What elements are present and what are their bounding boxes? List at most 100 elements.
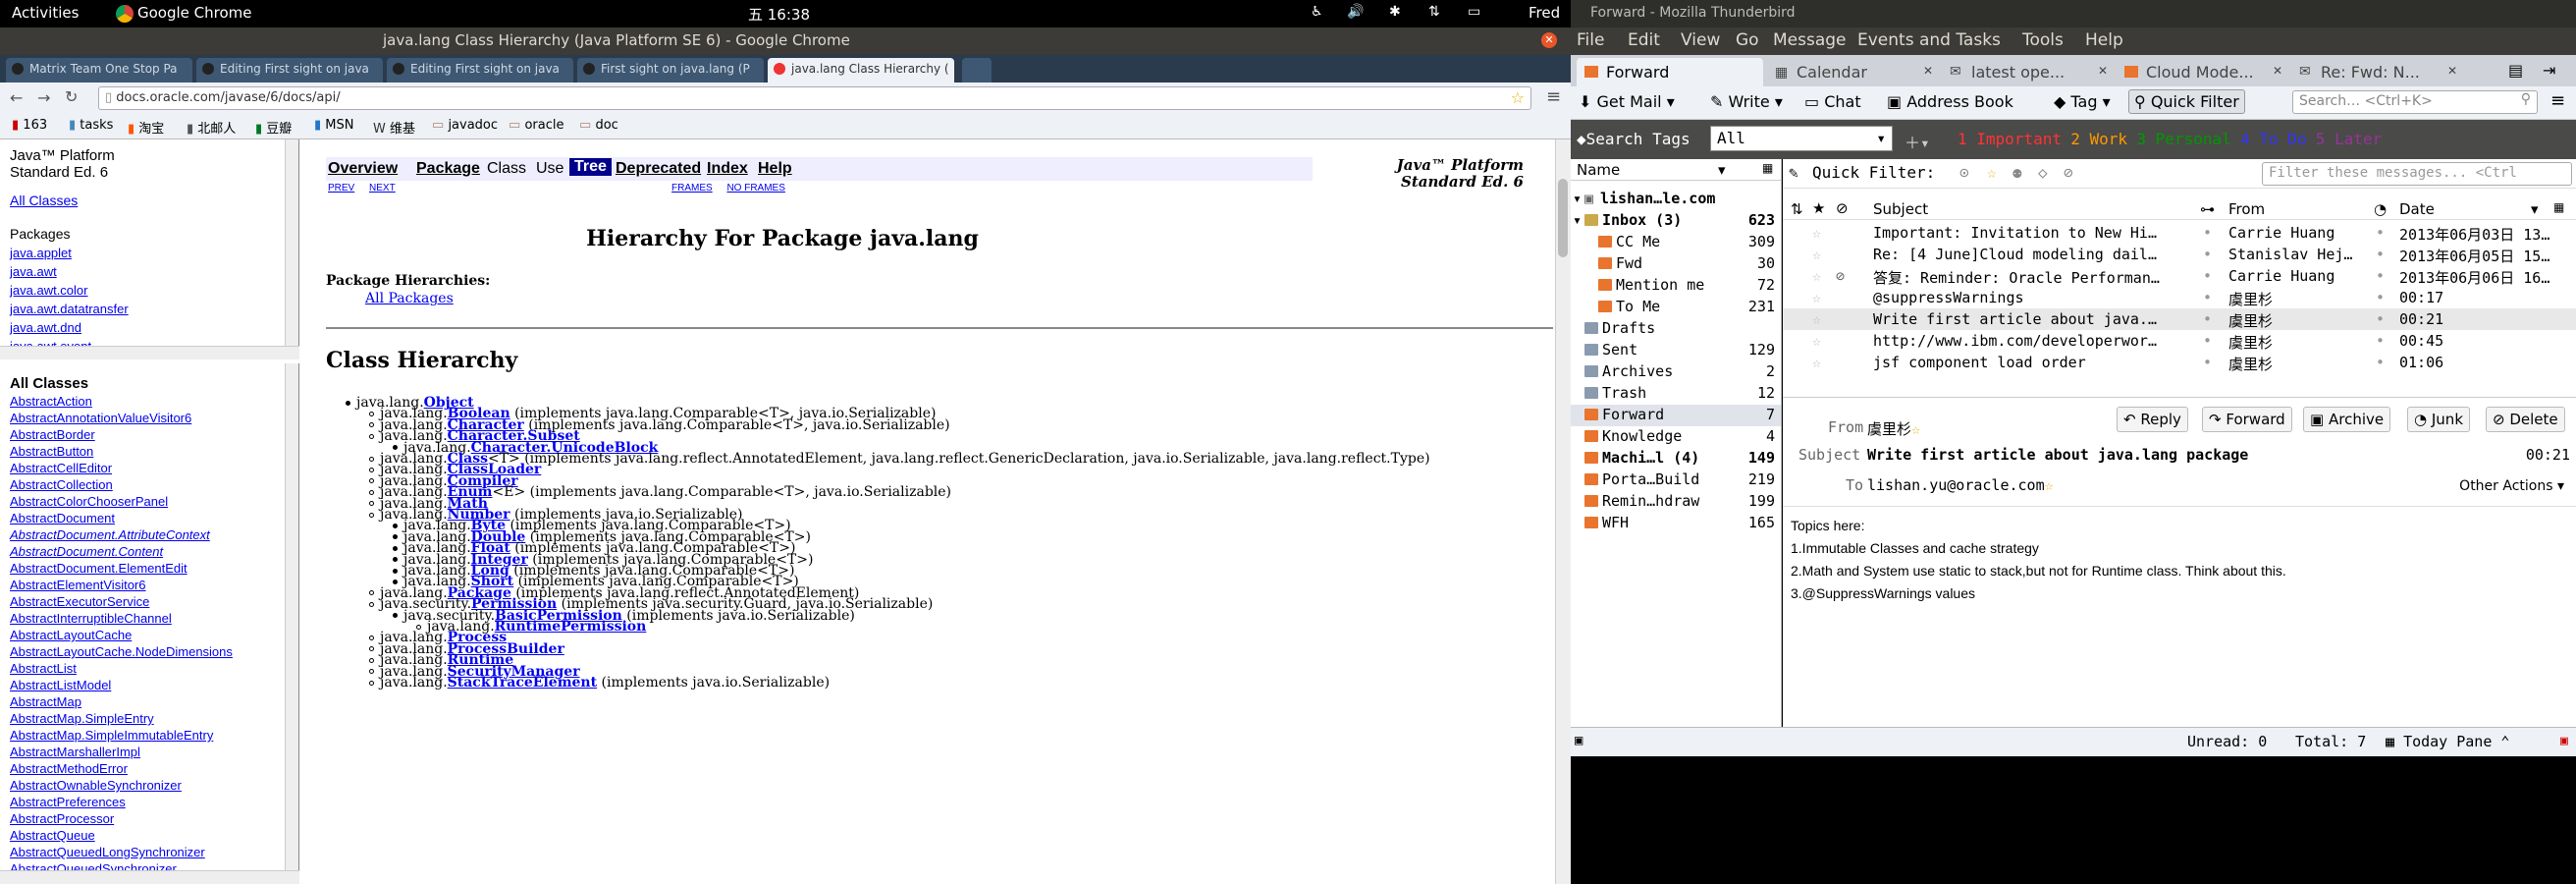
package-link[interactable]: java.awt (10, 262, 129, 281)
close-tab-icon[interactable]: ✕ (2447, 64, 2457, 78)
close-tab-icon[interactable]: ✕ (2273, 64, 2282, 78)
read-status-icon[interactable]: • (2203, 332, 2212, 350)
accessibility-icon[interactable]: ♿ (1311, 4, 1323, 20)
bookmark-item[interactable]: W 维基 (373, 118, 415, 137)
menu-help[interactable]: Help (2085, 30, 2123, 50)
forward-icon[interactable]: → (37, 88, 50, 107)
tab-message[interactable]: ✉ latest ope... ✕ (1942, 58, 2114, 86)
junk-status-icon[interactable]: • (2376, 332, 2385, 350)
bluetooth-icon[interactable]: ✱ (1389, 4, 1401, 20)
menu-view[interactable]: View (1681, 30, 1720, 50)
class-link[interactable]: AbstractCollection (10, 476, 233, 493)
nav-package[interactable]: Package (416, 160, 480, 178)
class-link[interactable]: AbstractMethodError (10, 760, 233, 777)
prev-link[interactable]: PREV (328, 183, 354, 193)
chat-button[interactable]: ▭ Chat (1804, 92, 1861, 111)
message-row[interactable]: ☆ @suppressWarnings • 虞里杉 • 00:17 (1783, 287, 2576, 308)
reply-button[interactable]: ↶ Reply (2117, 407, 2188, 432)
global-search-input[interactable]: Search… <Ctrl+K> ⚲ (2292, 90, 2538, 114)
write-button[interactable]: ✎ Write ▾ (1710, 92, 1783, 111)
package-link[interactable]: java.applet (10, 244, 129, 262)
tag-filter-5[interactable]: 5 Later (2316, 130, 2382, 148)
reload-icon[interactable]: ↻ (65, 87, 78, 106)
menu-message[interactable]: Message (1773, 30, 1847, 50)
class-link[interactable]: AbstractQueue (10, 827, 233, 844)
back-icon[interactable]: ← (10, 88, 23, 107)
account-row[interactable]: ▾ ▣ lishan…le.com (1571, 189, 1781, 210)
class-link[interactable]: AbstractListModel (10, 677, 233, 693)
filter-messages-input[interactable]: Filter these messages... <Ctrl (2262, 162, 2572, 186)
bookmark-item[interactable]: ▮ MSN (314, 118, 354, 133)
frames-link[interactable]: FRAMES (671, 183, 713, 193)
class-link[interactable]: AbstractLayoutCache.NodeDimensions (10, 643, 233, 660)
battery-icon[interactable]: ▭ (1468, 4, 1480, 20)
folder-item[interactable]: Trash 12 (1571, 383, 1781, 405)
bookmark-folder[interactable]: ▭ oracle (509, 118, 564, 133)
junk-button[interactable]: ◔ Junk (2407, 407, 2470, 432)
tab-message[interactable]: ✉ Re: Fwd: N... ✕ (2291, 58, 2463, 86)
tag-filter-3[interactable]: 3 Personal (2136, 130, 2230, 148)
nav-help[interactable]: Help (758, 160, 792, 178)
events-icon[interactable]: ▣ (2560, 734, 2568, 748)
tag-filter-1[interactable]: 1 Important (1958, 130, 2062, 148)
column-picker-icon[interactable]: ▦ (2553, 200, 2564, 214)
star-icon[interactable]: ☆ (2045, 476, 2054, 494)
get-mail-button[interactable]: ⬇ Get Mail ▾ (1579, 92, 1675, 111)
browser-tab[interactable]: First sight on java.lang (P (577, 58, 764, 83)
tag-filter-4[interactable]: 4 To Do (2240, 130, 2306, 148)
app-menu-icon[interactable]: ≡ (2550, 90, 2565, 111)
bookmark-item[interactable]: ▮ 北邮人 (187, 118, 236, 137)
contact-filter-icon[interactable]: ⚉ (2012, 163, 2022, 182)
horizontal-scrollbar[interactable] (0, 346, 299, 359)
pin-icon[interactable]: ✎ (1789, 163, 1798, 182)
class-link[interactable]: AbstractProcessor (10, 810, 233, 827)
clock[interactable]: 五 16:38 (748, 4, 810, 25)
address-book-button[interactable]: ▣ Address Book (1887, 92, 2013, 111)
tag-button[interactable]: ◆ Tag ▾ (2054, 92, 2111, 111)
message-row[interactable]: ☆ jsf component load order • 虞里杉 • 01:06 (1783, 352, 2576, 373)
class-link[interactable]: AbstractBorder (10, 426, 233, 443)
archive-button[interactable]: ▣ Archive (2303, 407, 2391, 432)
folder-item[interactable]: Forward 7 (1571, 405, 1781, 426)
read-status-icon[interactable]: • (2203, 246, 2212, 263)
nav-deprecated[interactable]: Deprecated (616, 160, 701, 178)
folder-item[interactable]: Mention me 72 (1571, 275, 1781, 297)
tab-message[interactable]: Cloud Mode... ✕ (2117, 58, 2288, 86)
delete-button[interactable]: ⊘ Delete (2486, 407, 2565, 432)
message-row[interactable]: ☆ Re: [4 June]Cloud modeling dail… • Stanis… (1783, 244, 2576, 265)
read-status-icon[interactable]: • (2203, 354, 2212, 371)
class-link[interactable]: AbstractColorChooserPanel (10, 493, 233, 510)
scroll-thumb[interactable] (1558, 179, 1568, 257)
activities-button[interactable]: Activities (12, 4, 79, 22)
folder-item[interactable]: Archives 2 (1571, 361, 1781, 383)
close-tab-icon[interactable]: ✕ (1923, 64, 1933, 78)
folder-item[interactable]: To Me 231 (1571, 297, 1781, 318)
browser-tab[interactable]: Editing First sight on java (196, 58, 383, 83)
menu-icon[interactable]: ≡ (1546, 86, 1561, 107)
star-icon[interactable]: ☆ (1812, 267, 1821, 285)
bookmark-item[interactable]: ▮ tasks (69, 118, 113, 133)
junk-status-icon[interactable]: • (2376, 224, 2385, 242)
class-link[interactable]: AbstractCellEditor (10, 460, 233, 476)
junk-status-icon[interactable]: • (2376, 246, 2385, 263)
class-link[interactable]: AbstractAction (10, 393, 233, 410)
class-link[interactable]: AbstractInterruptibleChannel (10, 610, 233, 627)
attachment-column-icon[interactable]: ⊘ (1836, 199, 1849, 217)
bookmark-item[interactable]: ▮ 豆瓣 (255, 118, 292, 137)
horizontal-scrollbar[interactable] (0, 870, 299, 884)
from-value[interactable]: 虞里杉☆ (1867, 418, 1920, 439)
star-icon[interactable]: ☆ (1812, 224, 1821, 242)
new-tab-button[interactable] (962, 58, 992, 83)
browser-tab[interactable]: Matrix Team One Stop Pa (6, 58, 192, 83)
class-link[interactable]: AbstractDocument.ElementEdit (10, 560, 233, 577)
junk-status-icon[interactable]: • (2376, 267, 2385, 285)
read-status-icon[interactable]: • (2203, 310, 2212, 328)
forward-button[interactable]: ↷ Forward (2202, 407, 2292, 432)
class-link[interactable]: AbstractDocument.AttributeContext (10, 526, 233, 543)
to-value[interactable]: lishan.yu@oracle.com☆ (1867, 476, 2054, 494)
junk-column-icon[interactable]: ◔ (2374, 200, 2387, 218)
folder-item[interactable]: Knowledge 4 (1571, 426, 1781, 448)
column-picker-icon[interactable]: ▦ (1762, 161, 1773, 175)
attachment-filter-icon[interactable]: ⊘ (2064, 163, 2073, 182)
today-pane-toggle[interactable]: ▦ Today Pane ⌃ (2386, 733, 2509, 750)
